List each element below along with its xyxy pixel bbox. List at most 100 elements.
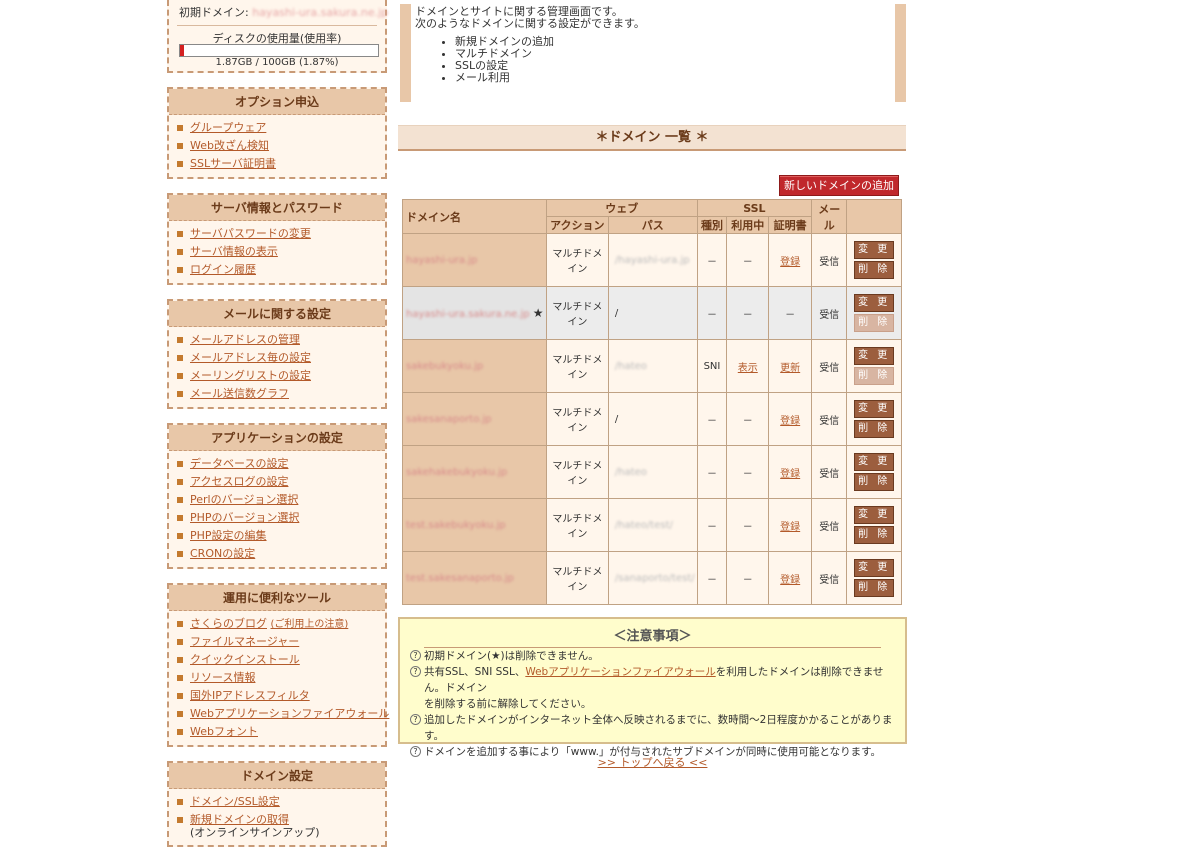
panel-options: オプション申込 グループウェア Web改ざん検知 SSLサーバ証明書 (167, 87, 387, 179)
path-value: /hayashi-ura.jp (614, 254, 690, 266)
bullet-icon (177, 657, 183, 663)
menu-item: 国外IPアドレスフィルタ (177, 687, 385, 705)
action-cell: マルチドメイン (545, 445, 609, 499)
link-file-manager[interactable]: ファイルマネージャー (190, 635, 299, 648)
info-icon: ? (410, 714, 421, 725)
link-login-history[interactable]: ログイン履歴 (190, 263, 256, 276)
disk-usage-bar (179, 44, 379, 57)
back-to-top: >> トップへ戻る << (398, 754, 907, 770)
panel-mail: メールに関する設定 メールアドレスの管理 メールアドレス毎の設定 メーリングリス… (167, 299, 387, 409)
menu-item-ssl-cert: SSLサーバ証明書 (177, 155, 385, 173)
col-path: パス (607, 216, 698, 234)
cert-register-link[interactable]: 登録 (780, 575, 800, 586)
cert-register-link[interactable]: 登録 (780, 469, 800, 480)
menu-item: 新規ドメインの取得 (オンラインサインアップ) (177, 811, 385, 841)
edit-button[interactable]: 変 更 (854, 294, 895, 312)
ops-cell: 変 更 削 除 (846, 498, 902, 552)
edit-button[interactable]: 変 更 (854, 506, 895, 524)
add-domain-button[interactable]: 新しいドメインの追加 (779, 175, 899, 196)
mail-cell: 受信 (811, 392, 848, 446)
bullet-icon (177, 231, 183, 237)
mail-cell: 受信 (811, 445, 848, 499)
link-web-tamper-detection[interactable]: Web改ざん検知 (190, 139, 269, 152)
intro-box: ドメインとサイトに関する管理画面です。 次のようなドメインに関する設定ができます… (400, 4, 906, 102)
path-cell: /hateo/test/ (607, 498, 698, 552)
link-mail-address-manage[interactable]: メールアドレスの管理 (190, 333, 300, 346)
notice-title: ＜注意事項＞ (424, 625, 881, 648)
ssl-show-link[interactable]: 表示 (738, 363, 758, 374)
link-web-font[interactable]: Webフォント (190, 725, 258, 738)
ops-cell: 変 更 削 除 (846, 339, 902, 393)
domain-name-cell: sakebukyoku.jp (402, 339, 547, 393)
link-access-log[interactable]: アクセスログの設定 (190, 475, 288, 488)
ssl-in-use-cell: － (726, 498, 770, 552)
link-mail-address-settings[interactable]: メールアドレス毎の設定 (190, 351, 311, 364)
notice-box: ＜注意事項＞ ? 初期ドメイン(★)は削除できません。 ? 共有SSL、SNI SS… (398, 617, 907, 758)
link-sakura-blog[interactable]: さくらのブログ (190, 617, 267, 630)
path-cell: / (607, 286, 698, 340)
edit-button[interactable]: 変 更 (854, 241, 895, 259)
link-php-settings[interactable]: PHP設定の編集 (190, 529, 267, 542)
bullet-icon (177, 355, 183, 361)
link-mail-send-graph[interactable]: メール送信数グラフ (190, 387, 289, 400)
link-resource-info[interactable]: リソース情報 (190, 671, 255, 684)
edit-button[interactable]: 変 更 (854, 400, 895, 418)
ssl-cert-cell: 更新 (768, 339, 813, 393)
col-web: ウェブ (545, 199, 698, 217)
link-server-info[interactable]: サーバ情報の表示 (190, 245, 278, 258)
link-ssl-certificate[interactable]: SSLサーバ証明書 (190, 157, 276, 170)
action-cell: マルチドメイン (545, 339, 609, 393)
table-row: sakebukyoku.jp マルチドメイン /hateo SNI 表示 更新 … (402, 339, 902, 393)
path-cell: /hayashi-ura.jp (607, 233, 698, 287)
delete-button[interactable]: 削 除 (854, 261, 895, 279)
link-blog-usage-note[interactable]: (ご利用上の注意) (271, 619, 349, 630)
menu-item: Webアプリケーションファイアウォール (177, 705, 389, 723)
waf-link[interactable]: Webアプリケーションファイアウォール (525, 666, 715, 678)
link-ip-filter[interactable]: 国外IPアドレスフィルタ (190, 689, 310, 702)
link-quick-install[interactable]: クイックインストール (190, 653, 300, 666)
link-php-version[interactable]: PHPのバージョン選択 (190, 511, 299, 524)
edit-button[interactable]: 変 更 (854, 559, 895, 577)
action-cell: マルチドメイン (545, 498, 609, 552)
panel-server-info: サーバ情報とパスワード サーバパスワードの変更 サーバ情報の表示 ログイン履歴 (167, 193, 387, 285)
link-perl-version[interactable]: Perlのバージョン選択 (190, 493, 298, 506)
cert-register-link[interactable]: 登録 (780, 522, 800, 533)
bullet-icon (177, 817, 183, 823)
panel-title: ドメイン設定 (169, 763, 385, 789)
link-domain-ssl-settings[interactable]: ドメイン/SSL設定 (190, 795, 280, 808)
link-new-domain[interactable]: 新規ドメインの取得 (190, 813, 289, 826)
intro-line-2: 次のようなドメインに関する設定ができます。 (415, 17, 645, 30)
back-to-top-link[interactable]: >> トップへ戻る << (598, 756, 708, 769)
cert-register-link[interactable]: 登録 (780, 416, 800, 427)
delete-button[interactable]: 削 除 (854, 473, 895, 491)
delete-button[interactable]: 削 除 (854, 579, 895, 597)
path-cell: /hateo (607, 445, 698, 499)
link-cron[interactable]: CRONの設定 (190, 547, 255, 560)
bullet-icon (177, 497, 183, 503)
divider (177, 25, 377, 26)
col-ssl-cert: 証明書 (768, 216, 813, 234)
cert-renew-link[interactable]: 更新 (780, 363, 800, 374)
domain-name-cell: test.sakesanaporto.jp (402, 551, 547, 605)
info-icon: ? (410, 666, 421, 677)
bullet-icon (177, 711, 183, 717)
link-database[interactable]: データベースの設定 (190, 457, 288, 470)
link-mailing-list[interactable]: メーリングリストの設定 (190, 369, 311, 382)
path-value: /sanaporto/test/ (614, 572, 695, 584)
edit-button[interactable]: 変 更 (854, 347, 895, 365)
menu-item: ドメイン/SSL設定 (177, 793, 385, 811)
bullet-icon (177, 515, 183, 521)
link-groupware[interactable]: グループウェア (190, 121, 266, 134)
delete-button[interactable]: 削 除 (854, 526, 895, 544)
mail-cell: 受信 (811, 233, 848, 287)
domain-list-title: ＊ドメイン 一覧 ＊ (398, 125, 906, 151)
menu-item: メールアドレスの管理 (177, 331, 385, 349)
cert-register-link[interactable]: 登録 (780, 257, 800, 268)
link-change-password[interactable]: サーバパスワードの変更 (190, 227, 311, 240)
panel-domain-settings: ドメイン設定 ドメイン/SSL設定 新規ドメインの取得 (オンラインサインアップ) (167, 761, 387, 847)
edit-button[interactable]: 変 更 (854, 453, 895, 471)
bullet-icon (177, 533, 183, 539)
delete-button[interactable]: 削 除 (854, 420, 895, 438)
disk-usage-text: 1.87GB / 100GB (1.87%) (215, 57, 339, 68)
link-waf[interactable]: Webアプリケーションファイアウォール (190, 707, 389, 720)
